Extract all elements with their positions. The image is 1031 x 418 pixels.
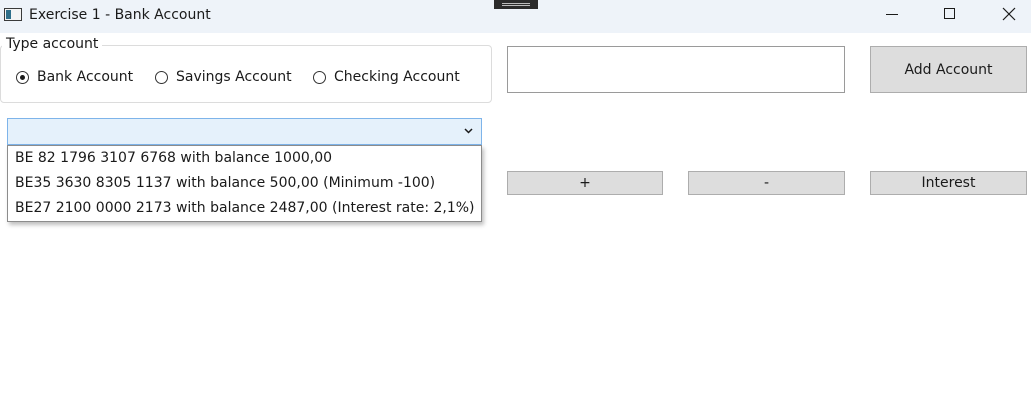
maximize-button[interactable] (930, 0, 970, 30)
interest-button[interactable]: Interest (870, 171, 1027, 195)
type-account-label: Type account (2, 36, 103, 52)
deposit-plus-button[interactable]: + (507, 171, 663, 195)
minimize-button[interactable] (872, 0, 912, 30)
title-bar[interactable]: Exercise 1 - Bank Account (0, 0, 1031, 33)
chevron-down-icon (464, 128, 473, 134)
account-number-input[interactable] (507, 46, 845, 93)
add-account-button[interactable]: Add Account (870, 46, 1027, 93)
list-item[interactable]: BE 82 1796 3107 6768 with balance 1000,0… (8, 146, 481, 171)
radio-checking-account[interactable]: Checking Account (313, 67, 460, 87)
accounts-dropdown-list: BE 82 1796 3107 6768 with balance 1000,0… (7, 145, 482, 222)
accounts-combobox[interactable] (7, 118, 482, 145)
radio-checked-icon (16, 70, 29, 84)
radio-unchecked-icon (313, 70, 326, 84)
radio-unchecked-icon (155, 70, 168, 84)
list-item[interactable]: BE27 2100 0000 2173 with balance 2487,00… (8, 196, 481, 221)
close-icon (1002, 7, 1016, 21)
drag-handle-icon[interactable] (494, 0, 538, 9)
radio-label: Bank Account (37, 69, 134, 85)
radio-label: Savings Account (176, 69, 292, 85)
radio-savings-account[interactable]: Savings Account (155, 67, 292, 87)
radio-bank-account[interactable]: Bank Account (16, 67, 133, 87)
app-window-icon (4, 8, 22, 21)
list-item[interactable]: BE35 3630 8305 1137 with balance 500,00 … (8, 171, 481, 196)
radio-label: Checking Account (334, 69, 460, 85)
window-title: Exercise 1 - Bank Account (29, 7, 211, 23)
withdraw-minus-button[interactable]: - (688, 171, 845, 195)
close-button[interactable] (989, 0, 1029, 30)
